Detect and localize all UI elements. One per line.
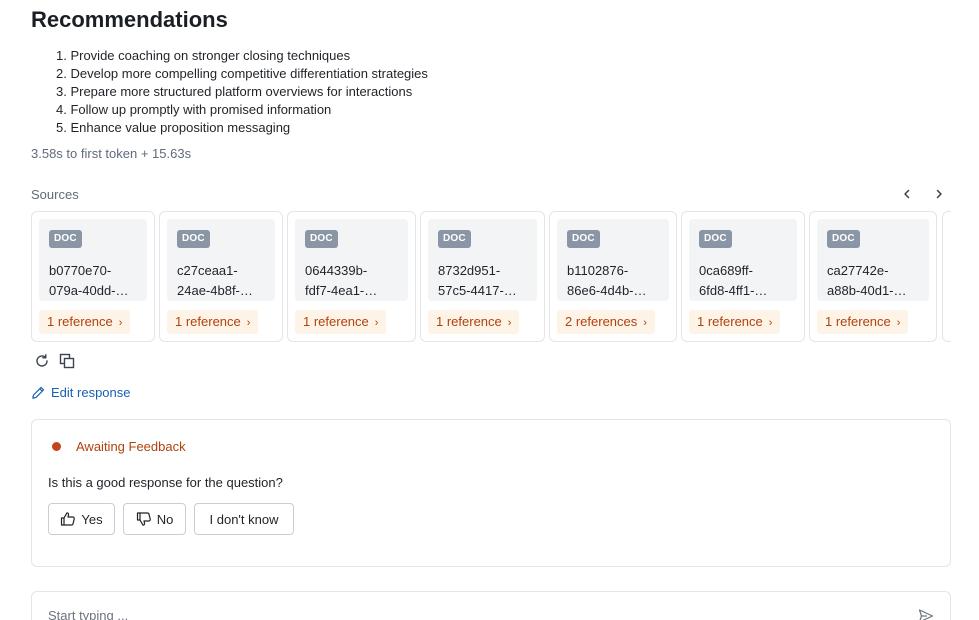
- chat-input-box: [31, 591, 951, 620]
- source-card-preview: DOC b0770e70- 079a-40dd-…: [39, 219, 147, 301]
- list-item: 5. Enhance value proposition messaging: [56, 120, 291, 135]
- source-card[interactable]: DOC b1102876- 86e6-4d4b-… 2 references ›: [549, 211, 677, 342]
- source-card[interactable]: DOC c27ceaa1- 24ae-4b8f-… 1 reference ›: [159, 211, 283, 342]
- status-dot: [52, 442, 61, 451]
- source-card-preview: DOC 0ca689ff- 6fd8-4ff1-…: [689, 219, 797, 301]
- chevron-right-icon: ›: [118, 317, 123, 329]
- copy-button[interactable]: [59, 353, 77, 371]
- source-card-partial[interactable]: [942, 211, 951, 342]
- doc-badge: DOC: [438, 230, 471, 248]
- edit-response-label: Edit response: [51, 385, 131, 400]
- pencil-icon: [32, 386, 45, 399]
- reference-chip[interactable]: 1 reference ›: [39, 310, 131, 334]
- thumbs-up-icon: [61, 512, 76, 526]
- doc-badge: DOC: [567, 230, 600, 248]
- edit-response-link[interactable]: Edit response: [31, 385, 131, 400]
- doc-badge: DOC: [49, 230, 82, 248]
- no-label: No: [156, 511, 174, 527]
- doc-id: ca27742e-a88b-40d1-…: [827, 263, 907, 298]
- reference-chip[interactable]: 2 references ›: [557, 310, 655, 334]
- copy-icon: [59, 353, 75, 369]
- sources-next-button[interactable]: [930, 185, 948, 203]
- response-timing: 3.58s to first token + 15.63s: [31, 146, 192, 161]
- yes-button[interactable]: Yes: [48, 503, 115, 535]
- list-item: 2. Develop more compelling competitive d…: [56, 66, 428, 81]
- no-button[interactable]: No: [123, 503, 186, 535]
- chevron-right-icon: ›: [768, 317, 773, 329]
- dont-know-button[interactable]: I don't know: [194, 503, 294, 535]
- doc-badge: DOC: [177, 230, 210, 248]
- list-item: 1. Provide coaching on stronger closing …: [56, 48, 351, 63]
- sources-prev-button[interactable]: [898, 185, 916, 203]
- source-card-preview: DOC 0644339b-fdf7-4ea1-…: [295, 219, 408, 301]
- source-card-preview: DOC b1102876- 86e6-4d4b-…: [557, 219, 669, 301]
- send-icon: [918, 609, 934, 620]
- chat-input[interactable]: [48, 608, 888, 620]
- sources-label: Sources: [31, 187, 79, 202]
- dont-know-label: I don't know: [209, 511, 279, 527]
- source-card-preview: DOC c27ceaa1- 24ae-4b8f-…: [167, 219, 275, 301]
- reference-chip[interactable]: 1 reference ›: [167, 310, 259, 334]
- source-card[interactable]: DOC 0ca689ff- 6fd8-4ff1-… 1 reference ›: [681, 211, 805, 342]
- doc-id: 8732d951- 57c5-4417-…: [438, 263, 517, 298]
- feedback-panel: Awaiting Feedback Is this a good respons…: [31, 419, 951, 567]
- doc-id: b1102876- 86e6-4d4b-…: [567, 263, 647, 298]
- chevron-right-icon: ›: [246, 317, 251, 329]
- chevron-right-icon: ›: [643, 317, 647, 329]
- reference-chip[interactable]: 1 reference ›: [689, 310, 781, 334]
- chevron-right-icon: [936, 189, 942, 199]
- chevron-right-icon: ›: [507, 317, 512, 329]
- reference-chip[interactable]: 1 reference ›: [428, 310, 520, 334]
- reference-chip[interactable]: 1 reference ›: [817, 310, 909, 334]
- source-card[interactable]: DOC 8732d951- 57c5-4417-… 1 reference ›: [420, 211, 545, 342]
- doc-badge: DOC: [699, 230, 732, 248]
- doc-badge: DOC: [305, 230, 338, 248]
- source-card[interactable]: DOC ca27742e-a88b-40d1-… 1 reference ›: [809, 211, 937, 342]
- chevron-right-icon: ›: [896, 317, 901, 329]
- thumbs-down-icon: [136, 512, 151, 526]
- reference-chip[interactable]: 1 reference ›: [295, 310, 387, 334]
- doc-id: b0770e70- 079a-40dd-…: [49, 263, 129, 298]
- status-badge: Awaiting Feedback: [76, 439, 186, 454]
- source-card-preview: DOC ca27742e-a88b-40d1-…: [817, 219, 929, 301]
- source-card[interactable]: DOC b0770e70- 079a-40dd-… 1 reference ›: [31, 211, 155, 342]
- sources-carousel: DOC b0770e70- 079a-40dd-… 1 reference › DO…: [31, 211, 951, 342]
- regenerate-button[interactable]: [34, 353, 52, 371]
- page-title: Recommendations: [31, 7, 228, 32]
- refresh-icon: [36, 354, 48, 367]
- chevron-right-icon: ›: [374, 317, 379, 329]
- yes-label: Yes: [81, 511, 103, 527]
- source-card[interactable]: DOC 0644339b-fdf7-4ea1-… 1 reference ›: [287, 211, 416, 342]
- doc-id: 0ca689ff- 6fd8-4ff1-…: [699, 263, 768, 298]
- chevron-left-icon: [904, 189, 910, 199]
- feedback-question: Is this a good response for the question…: [48, 475, 283, 490]
- source-card-preview: DOC 8732d951- 57c5-4417-…: [428, 219, 537, 301]
- list-item: 3. Prepare more structured platform over…: [56, 84, 413, 99]
- list-item: 4. Follow up promptly with promised info…: [56, 102, 332, 117]
- doc-id: 0644339b-fdf7-4ea1-…: [305, 263, 378, 298]
- send-button[interactable]: [918, 608, 936, 620]
- doc-id: c27ceaa1- 24ae-4b8f-…: [177, 263, 253, 298]
- doc-badge: DOC: [827, 230, 860, 248]
- recommendations-list: 1. Provide coaching on stronger closing …: [56, 47, 428, 137]
